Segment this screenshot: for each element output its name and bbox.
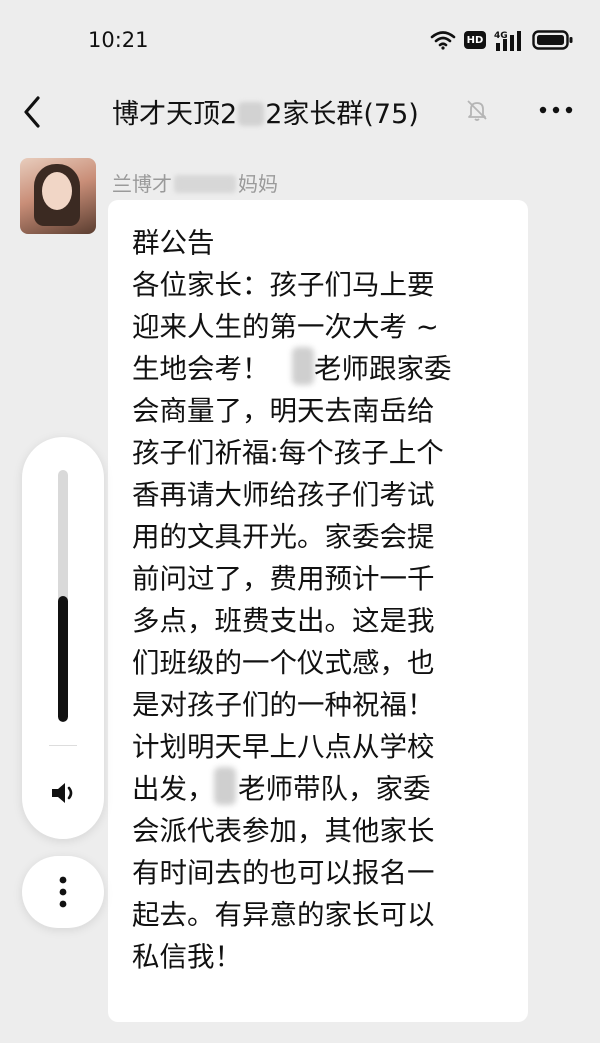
sender-avatar[interactable] [20,158,96,234]
message-line: 会商量了，明天去南岳给 [132,395,435,427]
wifi-icon [430,31,456,50]
title-redaction [238,102,265,126]
volume-divider [49,745,77,746]
message-line: 老师跟家委 [314,353,452,385]
message-line: 各位家长：孩子们马上要 [132,269,435,301]
teacher-name-redaction [292,347,314,385]
message-line: 生地会考！ [132,353,270,385]
message-line: 出发， [132,773,215,805]
sender-name: 兰博才 妈妈 [112,168,278,197]
chat-screen: 10:21 HD 4G 博才天顶2 2家长群(75) 兰博才 妈妈 群公告 各位… [0,0,600,1043]
sender-name-suffix: 妈妈 [238,172,278,196]
volume-options-button[interactable] [22,856,104,928]
chat-title-suffix: 2家长群(75) [265,99,419,130]
message-line: 私信我！ [132,941,242,973]
signal-4g-icon: 4G [494,31,521,51]
volume-slider[interactable] [58,470,68,722]
status-bar: 10:21 HD 4G [0,0,600,80]
speaker-icon[interactable] [48,777,80,809]
battery-icon [532,30,573,50]
name-redaction [174,175,236,193]
message-bubble[interactable]: 群公告 各位家长：孩子们马上要 迎来人生的第一次大考 ~ 生地会考！ 老师跟家委… [108,200,528,1022]
message-line: 群公告 [132,227,215,259]
message-line: 是对孩子们的一种祝福！ [132,689,435,721]
more-vertical-icon [59,876,67,908]
back-chevron-icon [24,96,40,128]
status-time: 10:21 [88,28,149,52]
mute-bell-icon [467,100,487,121]
volume-level [58,596,68,722]
status-icons: HD 4G [430,26,574,54]
message-line: 用的文具开光。家委会提 [132,521,435,553]
back-button[interactable] [14,86,54,134]
message-line: 起去。有异意的家长可以 [132,899,435,931]
more-dots-icon [539,106,573,114]
nav-bar: 博才天顶2 2家长群(75) [0,80,600,140]
teacher-name-redaction [214,767,236,805]
message-line: 会派代表参加，其他家长 [132,815,435,847]
volume-panel [22,437,104,839]
message-line: 计划明天早上八点从学校 [132,731,435,763]
message-line: 香再请大师给孩子们考试 [132,479,435,511]
message-line: 多点，班费支出。这是我 [132,605,435,637]
chat-title-prefix: 博才天顶2 [112,99,238,130]
message-line: 们班级的一个仪式感，也 [132,647,435,679]
chat-title: 博才天顶2 2家长群(75) [112,92,419,131]
sender-name-prefix: 兰博才 [112,172,172,196]
message-line: 老师带队，家委 [238,773,431,805]
message-line: 孩子们祈福:每个孩子上个 [132,437,444,469]
more-button[interactable] [534,88,578,132]
message-line: 前问过了，费用预计一千 [132,563,435,595]
message-line: 有时间去的也可以报名一 [132,857,435,889]
hd-badge: HD [464,31,486,49]
message-line: 迎来人生的第一次大考 ~ [132,311,439,343]
